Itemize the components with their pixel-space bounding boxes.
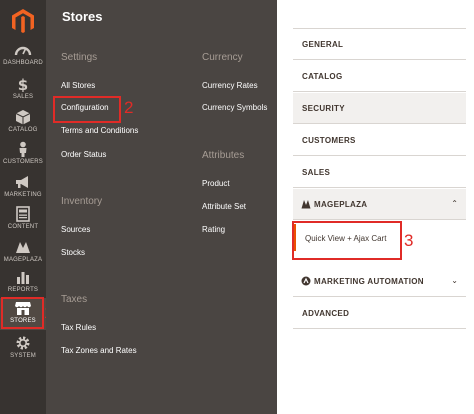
nav-catalog[interactable]: CATALOG: [0, 107, 46, 143]
tab-customers[interactable]: CUSTOMERS: [293, 125, 466, 156]
tab-label: CUSTOMERS: [302, 136, 356, 145]
marketing-automation-icon: [301, 276, 311, 286]
tab-security[interactable]: SECURITY: [293, 93, 466, 124]
link-attribute-set[interactable]: Attribute Set: [202, 202, 246, 211]
nav-label: SYSTEM: [10, 353, 36, 359]
nav-label: SALES: [12, 94, 34, 100]
config-tabs-panel: GENERAL CATALOG SECURITY CUSTOMERS SALES…: [293, 28, 466, 329]
catalog-box-icon: [15, 110, 31, 125]
stores-flyout-menu: Stores Settings All Stores Configuration…: [46, 0, 277, 414]
nav-label: MARKETING: [4, 192, 42, 198]
nav-content[interactable]: CONTENT: [0, 204, 46, 240]
link-sources[interactable]: Sources: [61, 225, 90, 234]
mageplaza-icon: [16, 242, 30, 253]
bar-chart-icon: [17, 272, 29, 284]
nav-label: REPORTS: [7, 287, 39, 293]
link-tax-rules[interactable]: Tax Rules: [61, 323, 96, 332]
tab-label: CATALOG: [302, 72, 343, 81]
nav-label: DASHBOARD: [3, 60, 43, 66]
link-order-status[interactable]: Order Status: [61, 150, 106, 159]
tab-general[interactable]: GENERAL: [293, 29, 466, 60]
link-all-stores[interactable]: All Stores: [61, 81, 95, 90]
tab-label: MAGEPLAZA: [314, 200, 368, 209]
section-heading-settings: Settings: [61, 52, 98, 63]
link-currency-rates[interactable]: Currency Rates: [202, 81, 258, 90]
nav-label: CONTENT: [7, 224, 39, 230]
nav-system[interactable]: SYSTEM: [0, 333, 46, 369]
tab-advanced[interactable]: ADVANCED: [293, 298, 466, 329]
nav-label: CATALOG: [8, 127, 38, 133]
customer-person-icon: [19, 141, 27, 157]
flyout-title: Stores: [62, 9, 103, 24]
step-1-highlight: [1, 297, 44, 329]
section-heading-attributes: Attributes: [202, 150, 245, 161]
link-product[interactable]: Product: [202, 179, 230, 188]
tab-mageplaza[interactable]: MAGEPLAZA ⌃: [293, 189, 466, 220]
nav-label: CUSTOMERS: [2, 159, 44, 165]
tab-label: ADVANCED: [302, 309, 350, 318]
content-layout-icon: [16, 206, 30, 222]
link-currency-symbols[interactable]: Currency Symbols: [202, 103, 267, 112]
link-tax-zones-and-rates[interactable]: Tax Zones and Rates: [61, 346, 137, 355]
tab-sales[interactable]: SALES: [293, 157, 466, 188]
megaphone-icon: [16, 176, 28, 188]
step-3-number: 3: [404, 231, 414, 250]
nav-label: MAGEPLAZA: [3, 257, 43, 263]
chevron-up-icon: ⌃: [451, 199, 458, 208]
dashboard-icon: [14, 46, 32, 56]
tab-catalog[interactable]: CATALOG: [293, 61, 466, 92]
step-3-highlight: [292, 221, 402, 260]
tab-label: MARKETING AUTOMATION: [314, 277, 424, 286]
tab-label: GENERAL: [302, 40, 344, 49]
admin-sidebar: DASHBOARD $ SALES CATALOG CUSTOMERS MARK…: [0, 0, 46, 414]
section-heading-currency: Currency: [202, 52, 243, 63]
link-terms-and-conditions[interactable]: Terms and Conditions: [61, 126, 138, 135]
tab-label: SALES: [302, 168, 331, 177]
dollar-icon: $: [18, 76, 28, 92]
tab-label: SECURITY: [302, 104, 345, 113]
svg-text:$: $: [18, 76, 28, 92]
section-heading-inventory: Inventory: [61, 196, 103, 207]
magento-logo-icon[interactable]: [9, 7, 37, 35]
mageplaza-icon: [301, 200, 311, 209]
step-2-number: 2: [124, 98, 134, 117]
link-stocks[interactable]: Stocks: [61, 248, 85, 257]
link-rating[interactable]: Rating: [202, 225, 225, 234]
nav-dashboard[interactable]: DASHBOARD: [0, 40, 46, 76]
step-2-highlight: [53, 96, 121, 123]
nav-sales[interactable]: $ SALES: [0, 74, 46, 110]
chevron-down-icon: ⌄: [451, 276, 458, 285]
nav-customers[interactable]: CUSTOMERS: [0, 139, 46, 175]
gear-icon: [16, 336, 30, 350]
tab-marketing-automation[interactable]: MARKETING AUTOMATION ⌄: [293, 266, 466, 297]
nav-marketing[interactable]: MARKETING: [0, 172, 46, 208]
section-heading-taxes: Taxes: [61, 294, 88, 305]
